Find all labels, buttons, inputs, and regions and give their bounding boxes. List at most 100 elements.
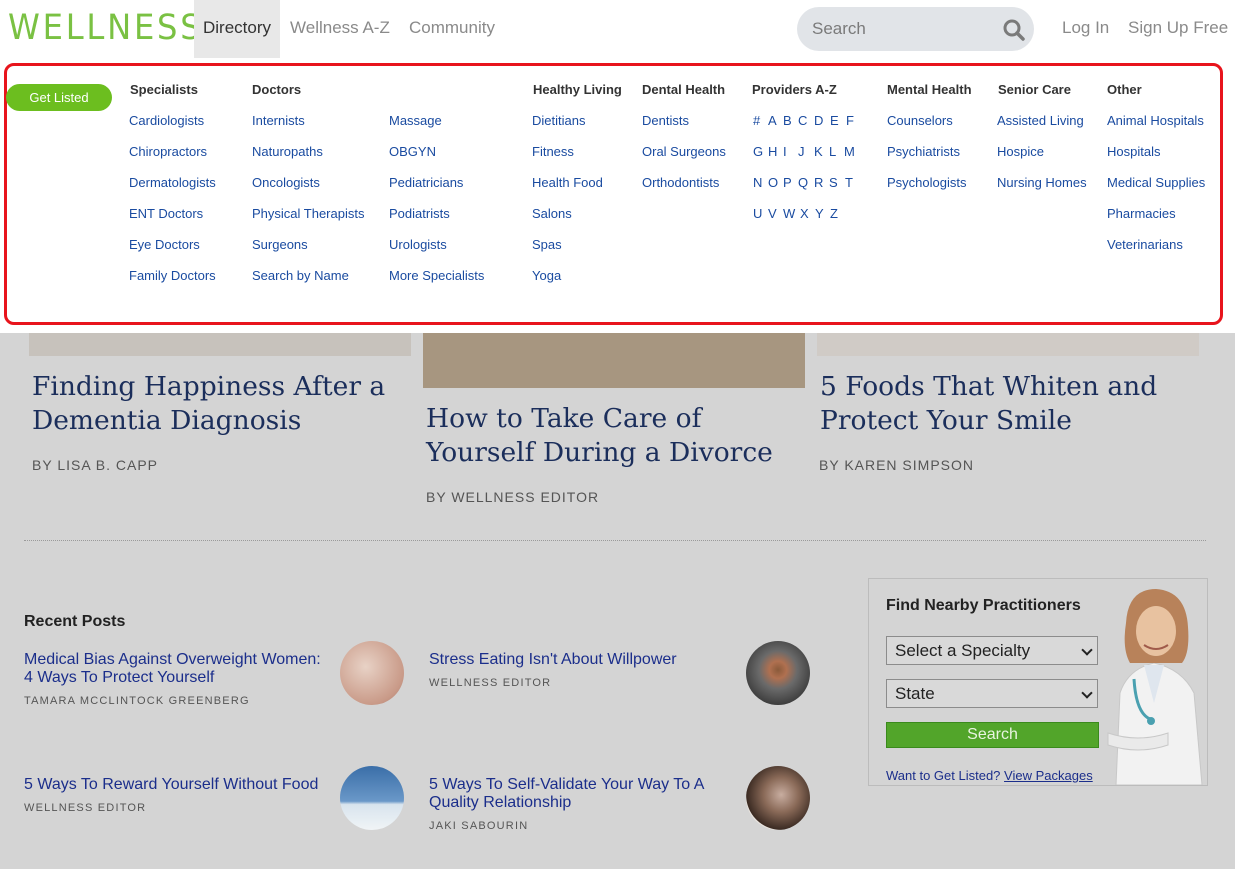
post-title[interactable]: 5 Ways To Reward Yourself Without Food (24, 776, 329, 794)
az-letter[interactable]: G (753, 144, 768, 159)
menu-link[interactable]: Chiropractors (129, 144, 207, 159)
finder-search-button[interactable]: Search (886, 722, 1099, 748)
signup-link[interactable]: Sign Up Free (1128, 18, 1228, 38)
menu-link[interactable]: Counselors (887, 113, 953, 128)
az-letter[interactable]: P (783, 175, 798, 190)
az-letter[interactable]: E (830, 113, 846, 128)
menu-link[interactable]: Assisted Living (997, 113, 1084, 128)
menu-link[interactable]: Yoga (532, 268, 561, 283)
menu-link[interactable]: Nursing Homes (997, 175, 1087, 190)
az-letter[interactable]: Q (798, 175, 814, 190)
article-title[interactable]: How to Take Care of Yourself During a Di… (426, 402, 806, 470)
menu-link[interactable]: Salons (532, 206, 572, 221)
post-title[interactable]: Medical Bias Against Overweight Women: 4… (24, 651, 329, 687)
post-thumbnail[interactable] (340, 766, 404, 830)
nav-tab-directory[interactable]: Directory (194, 0, 281, 58)
menu-link[interactable]: Massage (389, 113, 442, 128)
menu-link[interactable]: Podiatrists (389, 206, 450, 221)
state-select[interactable]: State (886, 679, 1098, 708)
menu-link[interactable]: Search by Name (252, 268, 349, 283)
az-letter[interactable]: A (768, 113, 783, 128)
doctor-illustration (1107, 589, 1203, 785)
az-letter[interactable]: X (800, 206, 815, 221)
menu-link[interactable]: Surgeons (252, 237, 308, 252)
menu-link[interactable]: More Specialists (389, 268, 484, 283)
chevron-down-icon (1081, 687, 1093, 699)
az-letter[interactable]: # (753, 113, 768, 128)
post-title[interactable]: Stress Eating Isn't About Willpower (429, 651, 729, 669)
post-author: TAMARA MCCLINTOCK GREENBERG (24, 695, 250, 707)
menu-link[interactable]: Spas (532, 237, 562, 252)
menu-link[interactable]: Internists (252, 113, 305, 128)
login-link[interactable]: Log In (1062, 18, 1109, 38)
nav-tab-wellness-a-z[interactable]: Wellness A-Z (290, 0, 390, 58)
menu-link[interactable]: Orthodontists (642, 175, 719, 190)
menu-heading-providers-a-z: Providers A-Z (752, 82, 837, 97)
menu-link[interactable]: Eye Doctors (129, 237, 200, 252)
post-author: WELLNESS EDITOR (429, 677, 552, 689)
search-bar (797, 7, 1034, 51)
post-thumbnail[interactable] (340, 641, 404, 705)
az-letter[interactable]: W (783, 206, 800, 221)
menu-link[interactable]: Animal Hospitals (1107, 113, 1204, 128)
az-letter[interactable]: Z (830, 206, 845, 221)
menu-link[interactable]: OBGYN (389, 144, 436, 159)
nav-tab-community[interactable]: Community (409, 0, 495, 58)
search-input[interactable] (812, 17, 982, 41)
article-title[interactable]: Finding Happiness After a Dementia Diagn… (32, 370, 412, 438)
view-packages-link[interactable]: View Packages (1004, 768, 1093, 783)
menu-link[interactable]: Fitness (532, 144, 574, 159)
menu-link[interactable]: Urologists (389, 237, 447, 252)
menu-link[interactable]: Dietitians (532, 113, 585, 128)
az-letter[interactable]: F (846, 113, 861, 128)
menu-link[interactable]: Oral Surgeons (642, 144, 726, 159)
menu-link[interactable]: Cardiologists (129, 113, 204, 128)
menu-link[interactable]: Medical Supplies (1107, 175, 1205, 190)
get-listed-button[interactable]: Get Listed (6, 84, 112, 111)
state-select-value: State (895, 684, 935, 703)
menu-link[interactable]: ENT Doctors (129, 206, 203, 221)
az-letter[interactable]: Y (815, 206, 830, 221)
menu-link[interactable]: Naturopaths (252, 144, 323, 159)
az-letter[interactable]: R (814, 175, 829, 190)
chevron-down-icon (1081, 644, 1093, 656)
az-letter[interactable]: V (768, 206, 783, 221)
search-icon[interactable] (1003, 19, 1025, 41)
menu-link[interactable]: Hospice (997, 144, 1044, 159)
az-letter[interactable]: J (798, 144, 814, 159)
post-author: WELLNESS EDITOR (24, 802, 147, 814)
az-letter[interactable]: H (768, 144, 783, 159)
menu-link[interactable]: Pharmacies (1107, 206, 1176, 221)
az-letter[interactable]: O (768, 175, 783, 190)
menu-link[interactable]: Oncologists (252, 175, 320, 190)
az-letter[interactable]: S (829, 175, 845, 190)
az-letter[interactable]: D (814, 113, 830, 128)
menu-link[interactable]: Dentists (642, 113, 689, 128)
az-letter[interactable]: T (845, 175, 860, 190)
menu-link[interactable]: Hospitals (1107, 144, 1160, 159)
site-logo[interactable]: WELLNESS (8, 8, 203, 48)
az-letter[interactable]: K (814, 144, 829, 159)
az-letter[interactable]: N (753, 175, 768, 190)
post-thumbnail[interactable] (746, 641, 810, 705)
section-divider (24, 540, 1206, 541)
post-title[interactable]: 5 Ways To Self-Validate Your Way To A Qu… (429, 776, 729, 812)
menu-link[interactable]: Psychologists (887, 175, 966, 190)
specialty-select[interactable]: Select a Specialty (886, 636, 1098, 665)
menu-link[interactable]: Pediatricians (389, 175, 463, 190)
az-letter[interactable]: U (753, 206, 768, 221)
az-letter[interactable]: B (783, 113, 798, 128)
post-thumbnail[interactable] (746, 766, 810, 830)
menu-link[interactable]: Physical Therapists (252, 206, 364, 221)
article-title[interactable]: 5 Foods That Whiten and Protect Your Smi… (820, 370, 1200, 438)
finder-footer: Want to Get Listed? View Packages (886, 768, 1093, 783)
az-letter[interactable]: C (798, 113, 814, 128)
menu-link[interactable]: Health Food (532, 175, 603, 190)
menu-link[interactable]: Dermatologists (129, 175, 216, 190)
menu-link[interactable]: Family Doctors (129, 268, 216, 283)
menu-link[interactable]: Psychiatrists (887, 144, 960, 159)
az-letter[interactable]: L (829, 144, 844, 159)
az-letter[interactable]: I (783, 144, 798, 159)
az-letter[interactable]: M (844, 144, 859, 159)
menu-link[interactable]: Veterinarians (1107, 237, 1183, 252)
